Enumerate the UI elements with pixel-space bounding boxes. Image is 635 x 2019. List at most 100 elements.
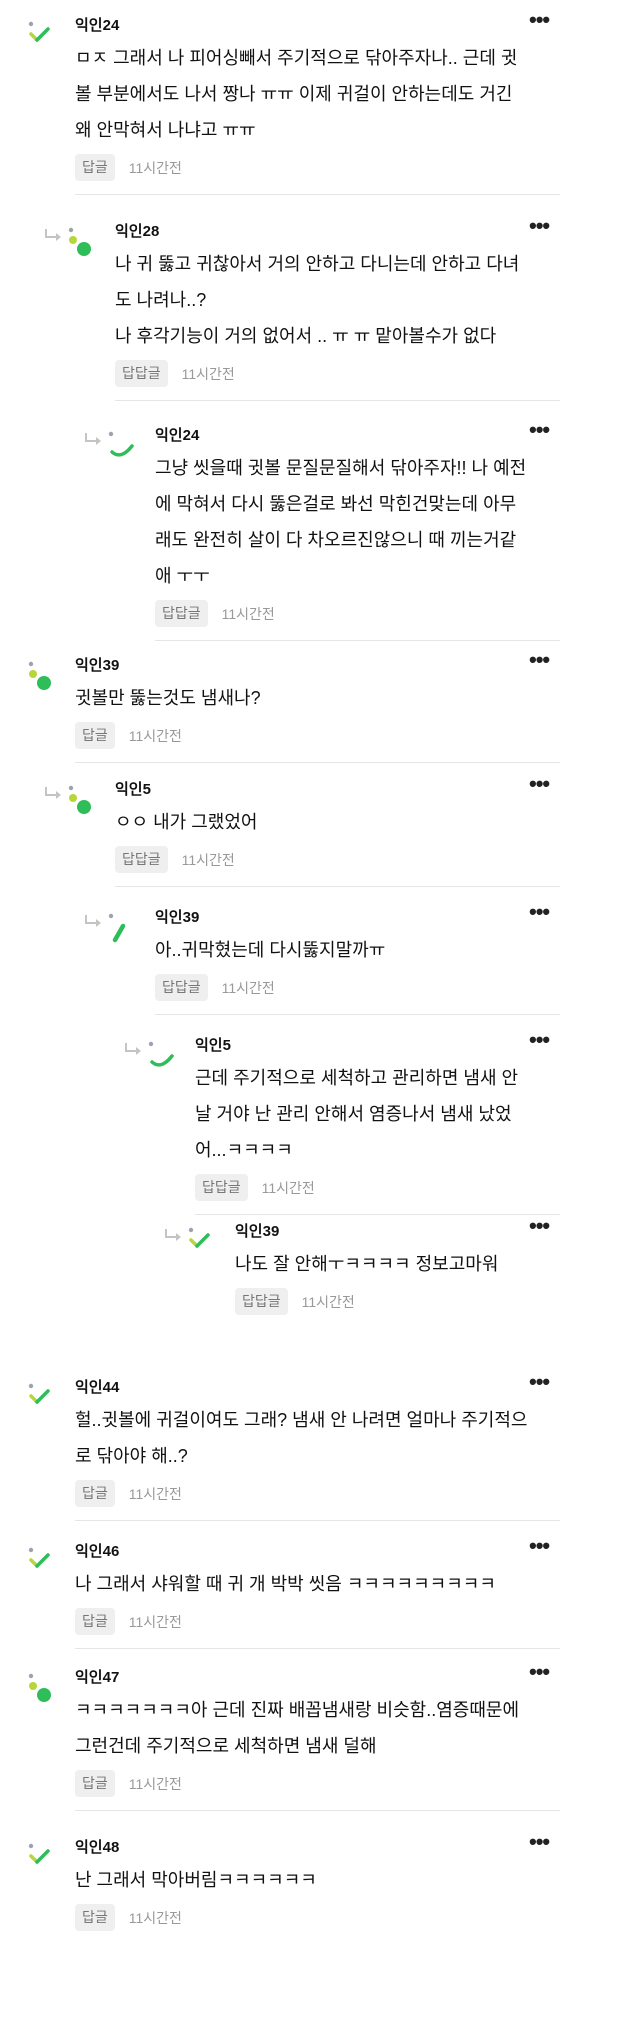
comment-text-line: ㅁㅈ 그래서 나 피어싱빼서 주기적으로 닦아주자나.. 근데 귓 xyxy=(75,48,518,68)
more-options-icon[interactable]: ••• xyxy=(529,1535,550,1557)
more-options-icon[interactable]: ••• xyxy=(529,215,550,237)
comment-meta: 답글 11시간전 xyxy=(75,1480,182,1507)
more-options-icon[interactable]: ••• xyxy=(529,1371,550,1393)
avatar-icon xyxy=(67,226,97,266)
comment-timestamp: 11시간전 xyxy=(128,1909,182,1926)
comment-body: 귓볼만 뚫는것도 냄새나? xyxy=(75,680,560,716)
comment-text-line: 나 후각기능이 거의 없어서 .. ㅠ ㅠ 맡아볼수가 없다 xyxy=(115,326,497,346)
comment-text-line: 볼 부분에서도 나서 짱나 ㅠㅠ 이제 귀걸이 안하는데도 거긴 xyxy=(75,84,513,104)
more-options-icon[interactable]: ••• xyxy=(529,419,550,441)
comment-meta: 답답글 11시간전 xyxy=(195,1174,315,1201)
comment-text-line: 애 ㅜㅜ xyxy=(155,566,210,586)
comment-body: 난 그래서 막아버림ㅋㅋㅋㅋㅋㅋ xyxy=(75,1862,560,1898)
comment-body: ㅁㅈ 그래서 나 피어싱빼서 주기적으로 닦아주자나.. 근데 귓볼 부분에서도… xyxy=(75,40,560,148)
comment-meta: 답글 11시간전 xyxy=(75,1770,182,1797)
comment-author: 익인46 xyxy=(75,1543,120,1560)
comment-timestamp: 11시간전 xyxy=(128,159,182,176)
more-options-icon[interactable]: ••• xyxy=(529,1215,550,1237)
comment-body: 나도 잘 안해ㅜㅋㅋㅋㅋ 정보고마워 xyxy=(235,1246,560,1282)
comment-text-line: 그냥 씻을때 귓볼 문질문질해서 닦아주자!! 나 예전 xyxy=(155,458,527,478)
comment-meta: 답글 11시간전 xyxy=(75,1608,182,1635)
comment-text-line: 난 그래서 막아버림ㅋㅋㅋㅋㅋㅋ xyxy=(75,1870,317,1890)
comment-timestamp: 11시간전 xyxy=(261,1179,315,1196)
comment-meta: 답글 11시간전 xyxy=(75,154,182,181)
more-options-icon[interactable]: ••• xyxy=(529,9,550,31)
comment-timestamp: 11시간전 xyxy=(221,605,275,622)
comment-timestamp: 11시간전 xyxy=(301,1293,355,1310)
more-options-icon[interactable]: ••• xyxy=(529,1029,550,1051)
comment-text-line: 그런건데 주기적으로 세척하면 냄새 덜해 xyxy=(75,1736,377,1756)
reply-button[interactable]: 답답글 xyxy=(235,1288,288,1315)
more-options-icon[interactable]: ••• xyxy=(529,773,550,795)
comment-text-line: 근데 주기적으로 세척하고 관리하면 냄새 안 xyxy=(195,1068,519,1088)
reply-button[interactable]: 답글 xyxy=(75,722,115,749)
comment-timestamp: 11시간전 xyxy=(128,727,182,744)
comment-meta: 답답글 11시간전 xyxy=(155,974,275,1001)
comment-divider xyxy=(115,886,560,887)
comment-text-line: 왜 안막혀서 나냐고 ㅠㅠ xyxy=(75,120,256,140)
comment-divider xyxy=(75,1520,560,1521)
more-options-icon[interactable]: ••• xyxy=(529,649,550,671)
comment-timestamp: 11시간전 xyxy=(128,1485,182,1502)
reply-arrow-icon xyxy=(43,786,65,800)
avatar-icon xyxy=(27,1546,57,1586)
comment-meta: 답답글 11시간전 xyxy=(155,600,275,627)
reply-button[interactable]: 답답글 xyxy=(115,846,168,873)
avatar-icon xyxy=(27,660,57,700)
comment-divider xyxy=(75,1648,560,1649)
comment-divider xyxy=(155,640,560,641)
more-options-icon[interactable]: ••• xyxy=(529,1661,550,1683)
reply-button[interactable]: 답글 xyxy=(75,1608,115,1635)
comment-text-line: 아..귀막혔는데 다시뚫지말까ㅠ xyxy=(155,940,386,960)
comment-text-line: 귓볼만 뚫는것도 냄새나? xyxy=(75,688,261,708)
reply-button[interactable]: 답글 xyxy=(75,1904,115,1931)
comment-author: 익인47 xyxy=(75,1669,120,1686)
comment-author: 익인39 xyxy=(75,657,120,674)
comment-text-line: 나 귀 뚫고 귀찮아서 거의 안하고 다니는데 안하고 다녀 xyxy=(115,254,520,274)
avatar-icon xyxy=(27,1382,57,1422)
comment-meta: 답글 11시간전 xyxy=(75,722,182,749)
avatar-icon xyxy=(107,912,137,952)
reply-arrow-icon xyxy=(43,228,65,242)
avatar-icon xyxy=(107,430,137,470)
comment-divider xyxy=(115,400,560,401)
comment-body: 아..귀막혔는데 다시뚫지말까ㅠ xyxy=(155,932,560,968)
reply-button[interactable]: 답답글 xyxy=(155,974,208,1001)
comment-divider xyxy=(155,1014,560,1015)
comment-body: 헐..귓볼에 귀걸이여도 그래? 냄새 안 나려면 얼마나 주기적으 로 닦아야 … xyxy=(75,1402,560,1474)
avatar-icon xyxy=(27,1842,57,1882)
comment-author: 익인39 xyxy=(235,1223,280,1240)
comment-timestamp: 11시간전 xyxy=(221,979,275,996)
comment-text-line: ㅇㅇ 내가 그랬었어 xyxy=(115,812,258,832)
comment-body: 나 그래서 샤워할 때 귀 개 박박 씻음 ㅋㅋㅋㅋㅋㅋㅋㅋㅋ xyxy=(75,1566,560,1602)
comment-text-line: 래도 완전히 살이 다 차오르진않으니 때 끼는거같 xyxy=(155,530,517,550)
comment-divider xyxy=(195,1214,560,1215)
comment-text-line: 나 그래서 샤워할 때 귀 개 박박 씻음 ㅋㅋㅋㅋㅋㅋㅋㅋㅋ xyxy=(75,1574,496,1594)
reply-arrow-icon xyxy=(163,1228,185,1242)
comment-text-line: 도 나려나..? xyxy=(115,290,207,310)
comment-timestamp: 11시간전 xyxy=(181,851,235,868)
avatar-icon xyxy=(27,1672,57,1712)
comment-meta: 답답글 11시간전 xyxy=(115,846,235,873)
comment-text-line: 날 거야 난 관리 안해서 염증나서 냄새 났었 xyxy=(195,1104,512,1124)
comment-body: 나 귀 뚫고 귀찮아서 거의 안하고 다니는데 안하고 다녀도 나려나..? 나 … xyxy=(115,246,560,354)
comment-body: ㅋㅋㅋㅋㅋㅋㅋ아 근데 진짜 배꼽냄새랑 비슷함..염증때문에 그런건데 주기적으… xyxy=(75,1692,560,1764)
reply-button[interactable]: 답글 xyxy=(75,1770,115,1797)
avatar-icon xyxy=(147,1040,177,1080)
more-options-icon[interactable]: ••• xyxy=(529,1831,550,1853)
comment-timestamp: 11시간전 xyxy=(128,1613,182,1630)
reply-button[interactable]: 답답글 xyxy=(115,360,168,387)
reply-button[interactable]: 답글 xyxy=(75,1480,115,1507)
comment-text-line: 로 닦아야 해..? xyxy=(75,1446,188,1466)
comment-text-line: 에 막혀서 다시 뚫은걸로 봐선 막힌건맞는데 아무 xyxy=(155,494,517,514)
more-options-icon[interactable]: ••• xyxy=(529,901,550,923)
reply-button[interactable]: 답답글 xyxy=(195,1174,248,1201)
comment-body: ㅇㅇ 내가 그랬었어 xyxy=(115,804,560,840)
comment-author: 익인28 xyxy=(115,223,160,240)
comment-text-line: 어...ㅋㅋㅋㅋ xyxy=(195,1140,293,1160)
avatar-icon xyxy=(27,20,57,60)
reply-button[interactable]: 답답글 xyxy=(155,600,208,627)
reply-button[interactable]: 답글 xyxy=(75,154,115,181)
comment-body: 그냥 씻을때 귓볼 문질문질해서 닦아주자!! 나 예전에 막혀서 다시 뚫은걸… xyxy=(155,450,560,594)
avatar-icon xyxy=(187,1226,217,1266)
